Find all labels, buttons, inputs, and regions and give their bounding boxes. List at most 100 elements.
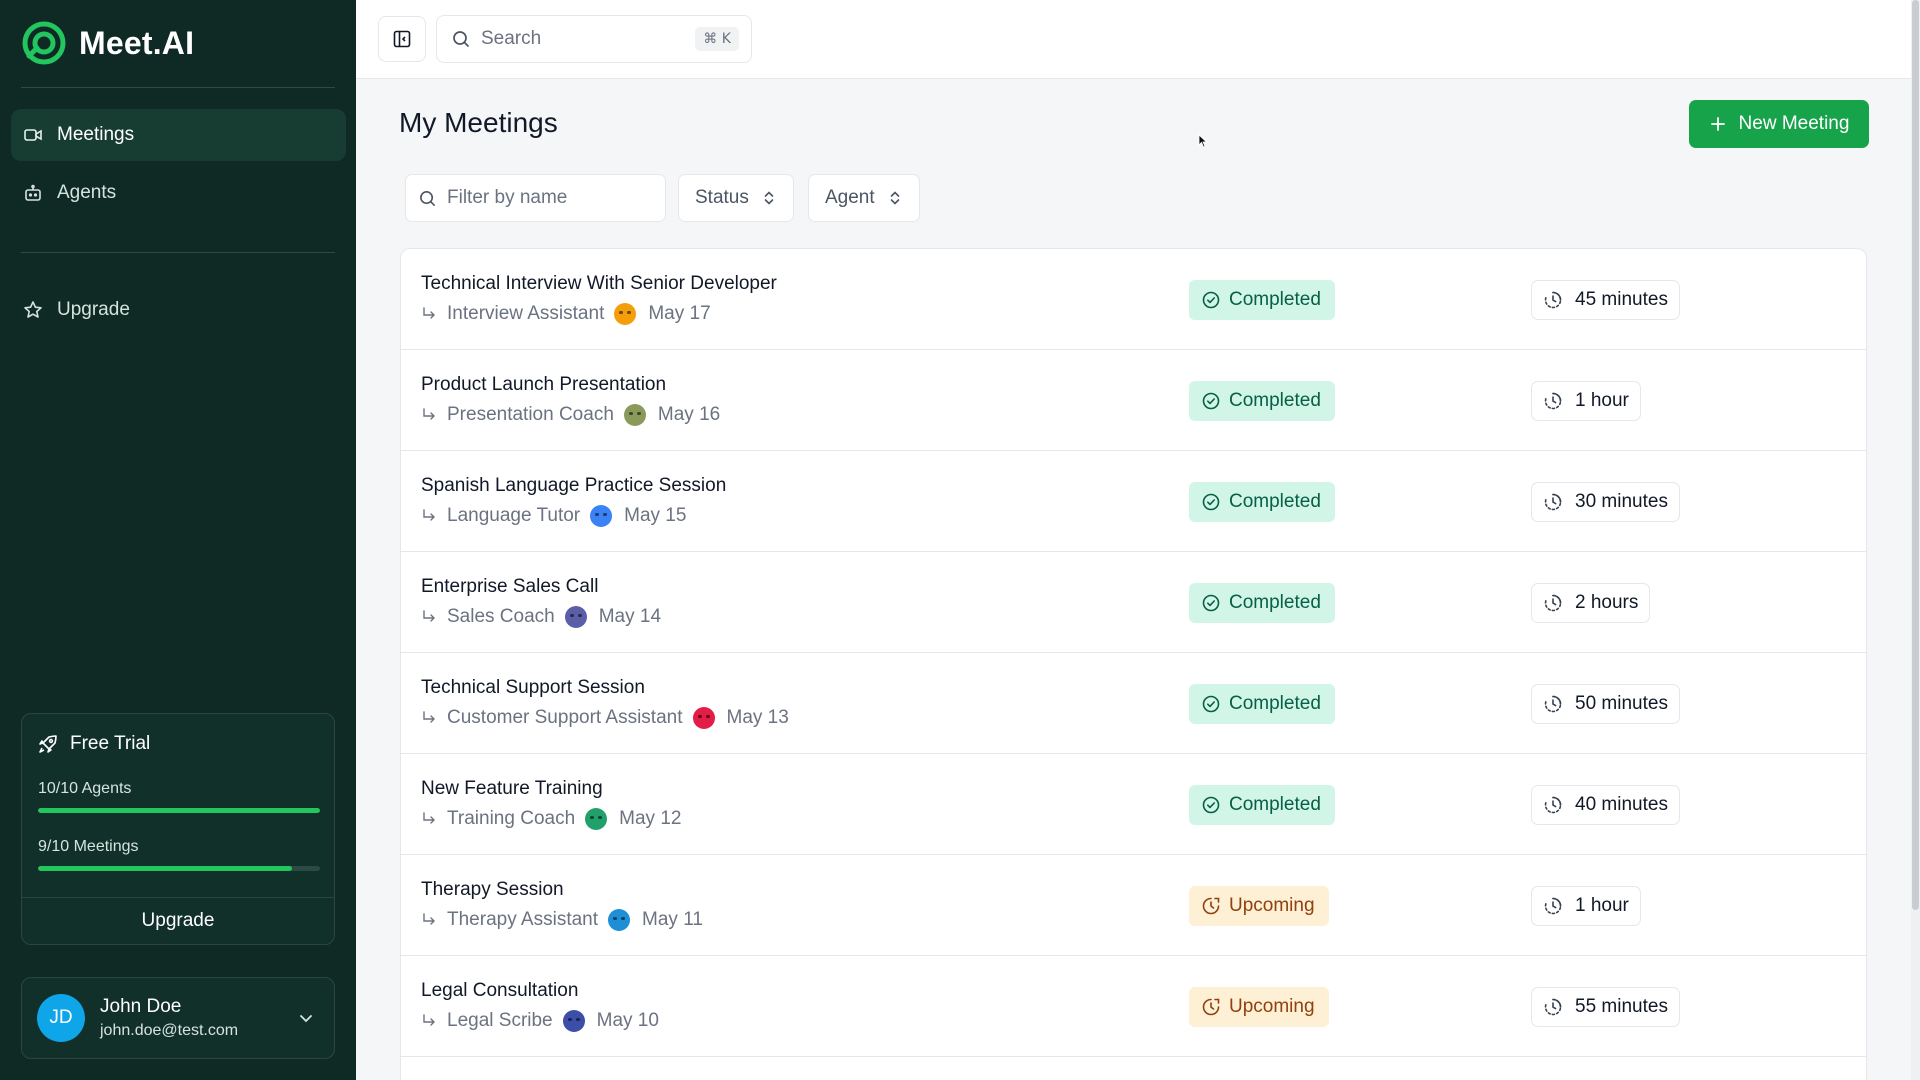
- meetings-table: Technical Interview With Senior Develope…: [400, 248, 1867, 1080]
- table-row[interactable]: Spanish Language Practice Session Languag…: [401, 451, 1866, 552]
- agent-avatar: [692, 707, 715, 729]
- check-circle-icon: [1202, 392, 1220, 410]
- rocket-icon: [39, 735, 57, 753]
- meeting-title: Legal Consultation: [421, 980, 579, 1001]
- status-label: Completed: [1229, 289, 1321, 310]
- logo-icon: [22, 21, 66, 65]
- status-label: Completed: [1229, 693, 1321, 714]
- table-row[interactable]: Legal Consultation Legal Scribe May 10 Upco…: [401, 956, 1866, 1057]
- new-meeting-button[interactable]: New Meeting: [1689, 100, 1869, 148]
- duration-label: 1 hour: [1575, 895, 1629, 916]
- duration-badge: 1 hour: [1531, 886, 1641, 926]
- meeting-meta: Language Tutor May 15: [421, 505, 686, 527]
- table-row[interactable]: Enterprise Sales Call Sales Coach May 14 Co…: [401, 552, 1866, 653]
- clock-arrow-icon: [1202, 897, 1220, 915]
- clock-icon: [1544, 392, 1562, 410]
- sidebar-divider: [21, 252, 335, 253]
- sidebar-item-agents[interactable]: Agents: [11, 167, 346, 219]
- sidebar-item-label: Upgrade: [57, 299, 130, 320]
- table-row[interactable]: Technical Support Session Customer Suppor…: [401, 653, 1866, 754]
- agent-avatar: [608, 909, 631, 931]
- duration-badge: 45 minutes: [1531, 280, 1680, 320]
- status-label: Completed: [1229, 491, 1321, 512]
- agent-name: Training Coach: [447, 808, 576, 829]
- meeting-date: May 10: [596, 1010, 659, 1031]
- table-row[interactable]: Therapy Session Therapy Assistant May 11 Up…: [401, 855, 1866, 956]
- check-circle-icon: [1202, 493, 1220, 511]
- agents-usage-fill: [38, 808, 320, 813]
- clock-icon: [1544, 998, 1562, 1016]
- corner-down-right-icon: [423, 610, 435, 622]
- agent-avatar: [585, 808, 608, 830]
- check-circle-icon: [1202, 594, 1220, 612]
- corner-down-right-icon: [423, 509, 435, 521]
- agent-name: Sales Coach: [447, 606, 555, 627]
- meetings-usage-fill: [38, 866, 292, 871]
- global-search-button[interactable]: Search ⌘ K: [436, 15, 752, 63]
- search-icon: [420, 190, 435, 206]
- sidebar-item-label: Agents: [57, 182, 117, 203]
- meeting-date: May 16: [657, 404, 721, 425]
- meeting-meta: Training Coach May 12: [421, 808, 681, 830]
- status-label: Completed: [1229, 390, 1321, 411]
- user-name: John Doe: [100, 996, 182, 1017]
- meeting-meta: Sales Coach May 14: [421, 606, 661, 628]
- page-scrollbar[interactable]: [1911, 0, 1920, 1080]
- chevron-down-icon: [300, 1015, 312, 1023]
- status-badge: Completed: [1189, 381, 1335, 421]
- status-badge: Completed: [1189, 684, 1335, 724]
- agent-filter-select[interactable]: Agent: [808, 174, 920, 222]
- table-row[interactable]: Product Launch Presentation Presentation …: [401, 350, 1866, 451]
- agent-avatar: [562, 1010, 585, 1032]
- new-meeting-label: New Meeting: [1738, 113, 1850, 134]
- clock-arrow-icon: [1202, 998, 1220, 1016]
- status-label: Completed: [1229, 592, 1321, 613]
- meeting-date: May 13: [726, 707, 789, 728]
- sidebar-item-upgrade[interactable]: Upgrade: [11, 284, 346, 336]
- status-badge: Completed: [1189, 482, 1335, 522]
- star-icon: [24, 301, 42, 318]
- duration-badge: 1 hour: [1531, 381, 1641, 421]
- search-shortcut: ⌘ K: [695, 27, 739, 51]
- status-badge: Completed: [1189, 583, 1335, 623]
- sidebar-item-label: Meetings: [57, 124, 135, 145]
- agent-name: Interview Assistant: [447, 303, 605, 324]
- meeting-date: May 11: [642, 909, 703, 930]
- meeting-title: Technical Interview With Senior Develope…: [421, 273, 777, 294]
- agent-avatar: [590, 505, 613, 527]
- meeting-title: Product Launch Presentation: [421, 374, 667, 395]
- corner-down-right-icon: [423, 812, 435, 824]
- sidebar-toggle-button[interactable]: [378, 16, 426, 62]
- page-title: My Meetings: [399, 107, 558, 138]
- duration-label: 1 hour: [1575, 390, 1629, 411]
- trial-title: Free Trial: [70, 733, 151, 754]
- clock-icon: [1544, 796, 1562, 814]
- table-row[interactable]: New Feature Training Training Coach May 12…: [401, 754, 1866, 855]
- duration-badge: 55 minutes: [1531, 987, 1680, 1027]
- agent-filter-label: Agent: [825, 187, 875, 208]
- search-placeholder: Search: [481, 28, 542, 49]
- status-filter-select[interactable]: Status: [678, 174, 794, 222]
- filter-name-input[interactable]: [447, 187, 647, 209]
- status-badge: Upcoming: [1189, 886, 1329, 926]
- chevrons-up-down-icon: [890, 191, 899, 205]
- corner-down-right-icon: [423, 307, 435, 319]
- clock-icon: [1544, 695, 1562, 713]
- corner-down-right-icon: [423, 408, 435, 420]
- meeting-title: Technical Support Session: [421, 677, 645, 698]
- sidebar-item-meetings[interactable]: Meetings: [11, 109, 346, 161]
- free-trial-card: Free Trial 10/10 Agents 9/10 Meetings Up…: [21, 713, 335, 945]
- status-badge: Completed: [1189, 280, 1335, 320]
- meetings-usage-label: 9/10 Meetings: [38, 838, 139, 855]
- trial-header: Free Trial: [38, 733, 150, 755]
- meeting-title: Therapy Session: [421, 879, 564, 900]
- avatar: JD: [37, 994, 85, 1042]
- app-logo[interactable]: Meet.AI: [21, 20, 194, 66]
- filter-by-name[interactable]: [405, 174, 666, 222]
- trial-upgrade-button[interactable]: Upgrade: [22, 898, 334, 944]
- scrollbar-thumb[interactable]: [1912, 0, 1919, 910]
- agent-name: Presentation Coach: [447, 404, 614, 425]
- agent-name: Legal Scribe: [447, 1010, 553, 1031]
- table-row[interactable]: Technical Interview With Senior Develope…: [401, 249, 1866, 350]
- user-menu-button[interactable]: JD John Doe john.doe@test.com: [21, 977, 335, 1059]
